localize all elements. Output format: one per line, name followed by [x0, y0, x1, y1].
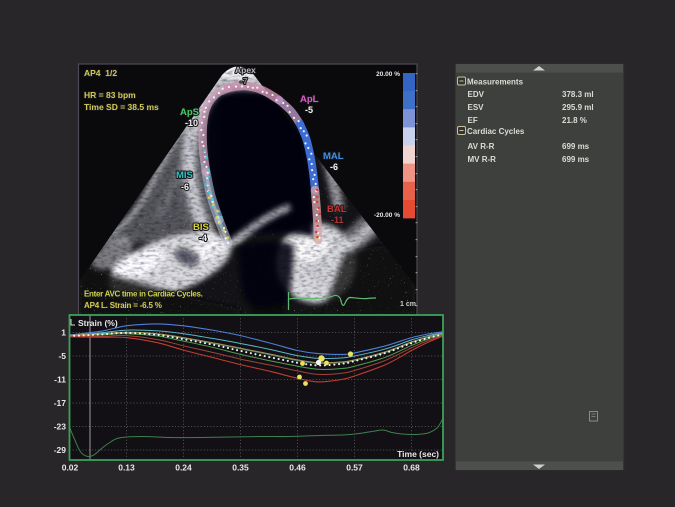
svg-text:-6: -6: [330, 162, 338, 172]
svg-text:-5: -5: [305, 105, 313, 115]
svg-text:ESV: ESV: [468, 103, 485, 112]
svg-text:-7: -7: [240, 76, 248, 86]
svg-text:-5: -5: [58, 351, 66, 361]
svg-text:0.68: 0.68: [403, 463, 420, 473]
svg-text:Time SD = 38.5 ms: Time SD = 38.5 ms: [84, 102, 159, 112]
svg-text:HR = 83 bpm: HR = 83 bpm: [84, 90, 136, 100]
svg-text:EF: EF: [468, 116, 478, 125]
svg-text:699 ms: 699 ms: [562, 155, 590, 164]
svg-text:Cardiac Cycles: Cardiac Cycles: [467, 127, 525, 136]
svg-text:Enter AVC time in Cardiac Cycl: Enter AVC time in Cardiac Cycles.: [84, 290, 203, 299]
svg-text:-4: -4: [199, 233, 207, 243]
svg-text:0.02: 0.02: [62, 463, 79, 473]
svg-text:-17: -17: [54, 398, 67, 408]
svg-text:378.3 ml: 378.3 ml: [562, 90, 594, 99]
svg-text:Apex: Apex: [235, 65, 256, 75]
svg-text:EDV: EDV: [468, 90, 485, 99]
svg-text:ApL: ApL: [300, 94, 319, 105]
svg-text:-10: -10: [185, 118, 198, 128]
svg-text:0.35: 0.35: [232, 463, 249, 473]
svg-text:AP4 1/2: AP4 1/2: [84, 68, 117, 78]
svg-text:20.00 %: 20.00 %: [376, 71, 400, 78]
svg-text:-23: -23: [54, 422, 67, 432]
svg-text:BAL: BAL: [327, 204, 347, 215]
svg-text:295.9 ml: 295.9 ml: [562, 103, 594, 112]
svg-text:Measurements: Measurements: [467, 78, 524, 87]
svg-text:Strain (%): Strain (%): [78, 318, 118, 328]
svg-text:MV R-R: MV R-R: [468, 155, 497, 164]
svg-text:MAL: MAL: [323, 151, 344, 162]
svg-text:AP4 L. Strain = -6.5 %: AP4 L. Strain = -6.5 %: [84, 301, 162, 310]
svg-text:-29: -29: [54, 445, 67, 455]
svg-text:21.8 %: 21.8 %: [562, 116, 587, 125]
svg-text:Time (sec): Time (sec): [397, 449, 439, 459]
svg-text:0.24: 0.24: [175, 463, 192, 473]
svg-text:AV R-R: AV R-R: [468, 142, 495, 151]
svg-text:BIS: BIS: [193, 222, 209, 233]
svg-text:-11: -11: [331, 215, 344, 225]
svg-text:-20.00 %: -20.00 %: [374, 212, 400, 219]
svg-text:699 ms: 699 ms: [562, 142, 590, 151]
svg-text:MIS: MIS: [176, 170, 193, 181]
svg-text:0.13: 0.13: [118, 463, 135, 473]
svg-text:-6: -6: [181, 182, 189, 192]
svg-text:1 cm: 1 cm: [400, 301, 416, 308]
svg-text:0.57: 0.57: [346, 463, 363, 473]
svg-text:0.46: 0.46: [289, 463, 306, 473]
svg-text:1: 1: [61, 328, 66, 338]
svg-text:ApS: ApS: [180, 107, 199, 118]
svg-text:-11: -11: [54, 375, 66, 385]
